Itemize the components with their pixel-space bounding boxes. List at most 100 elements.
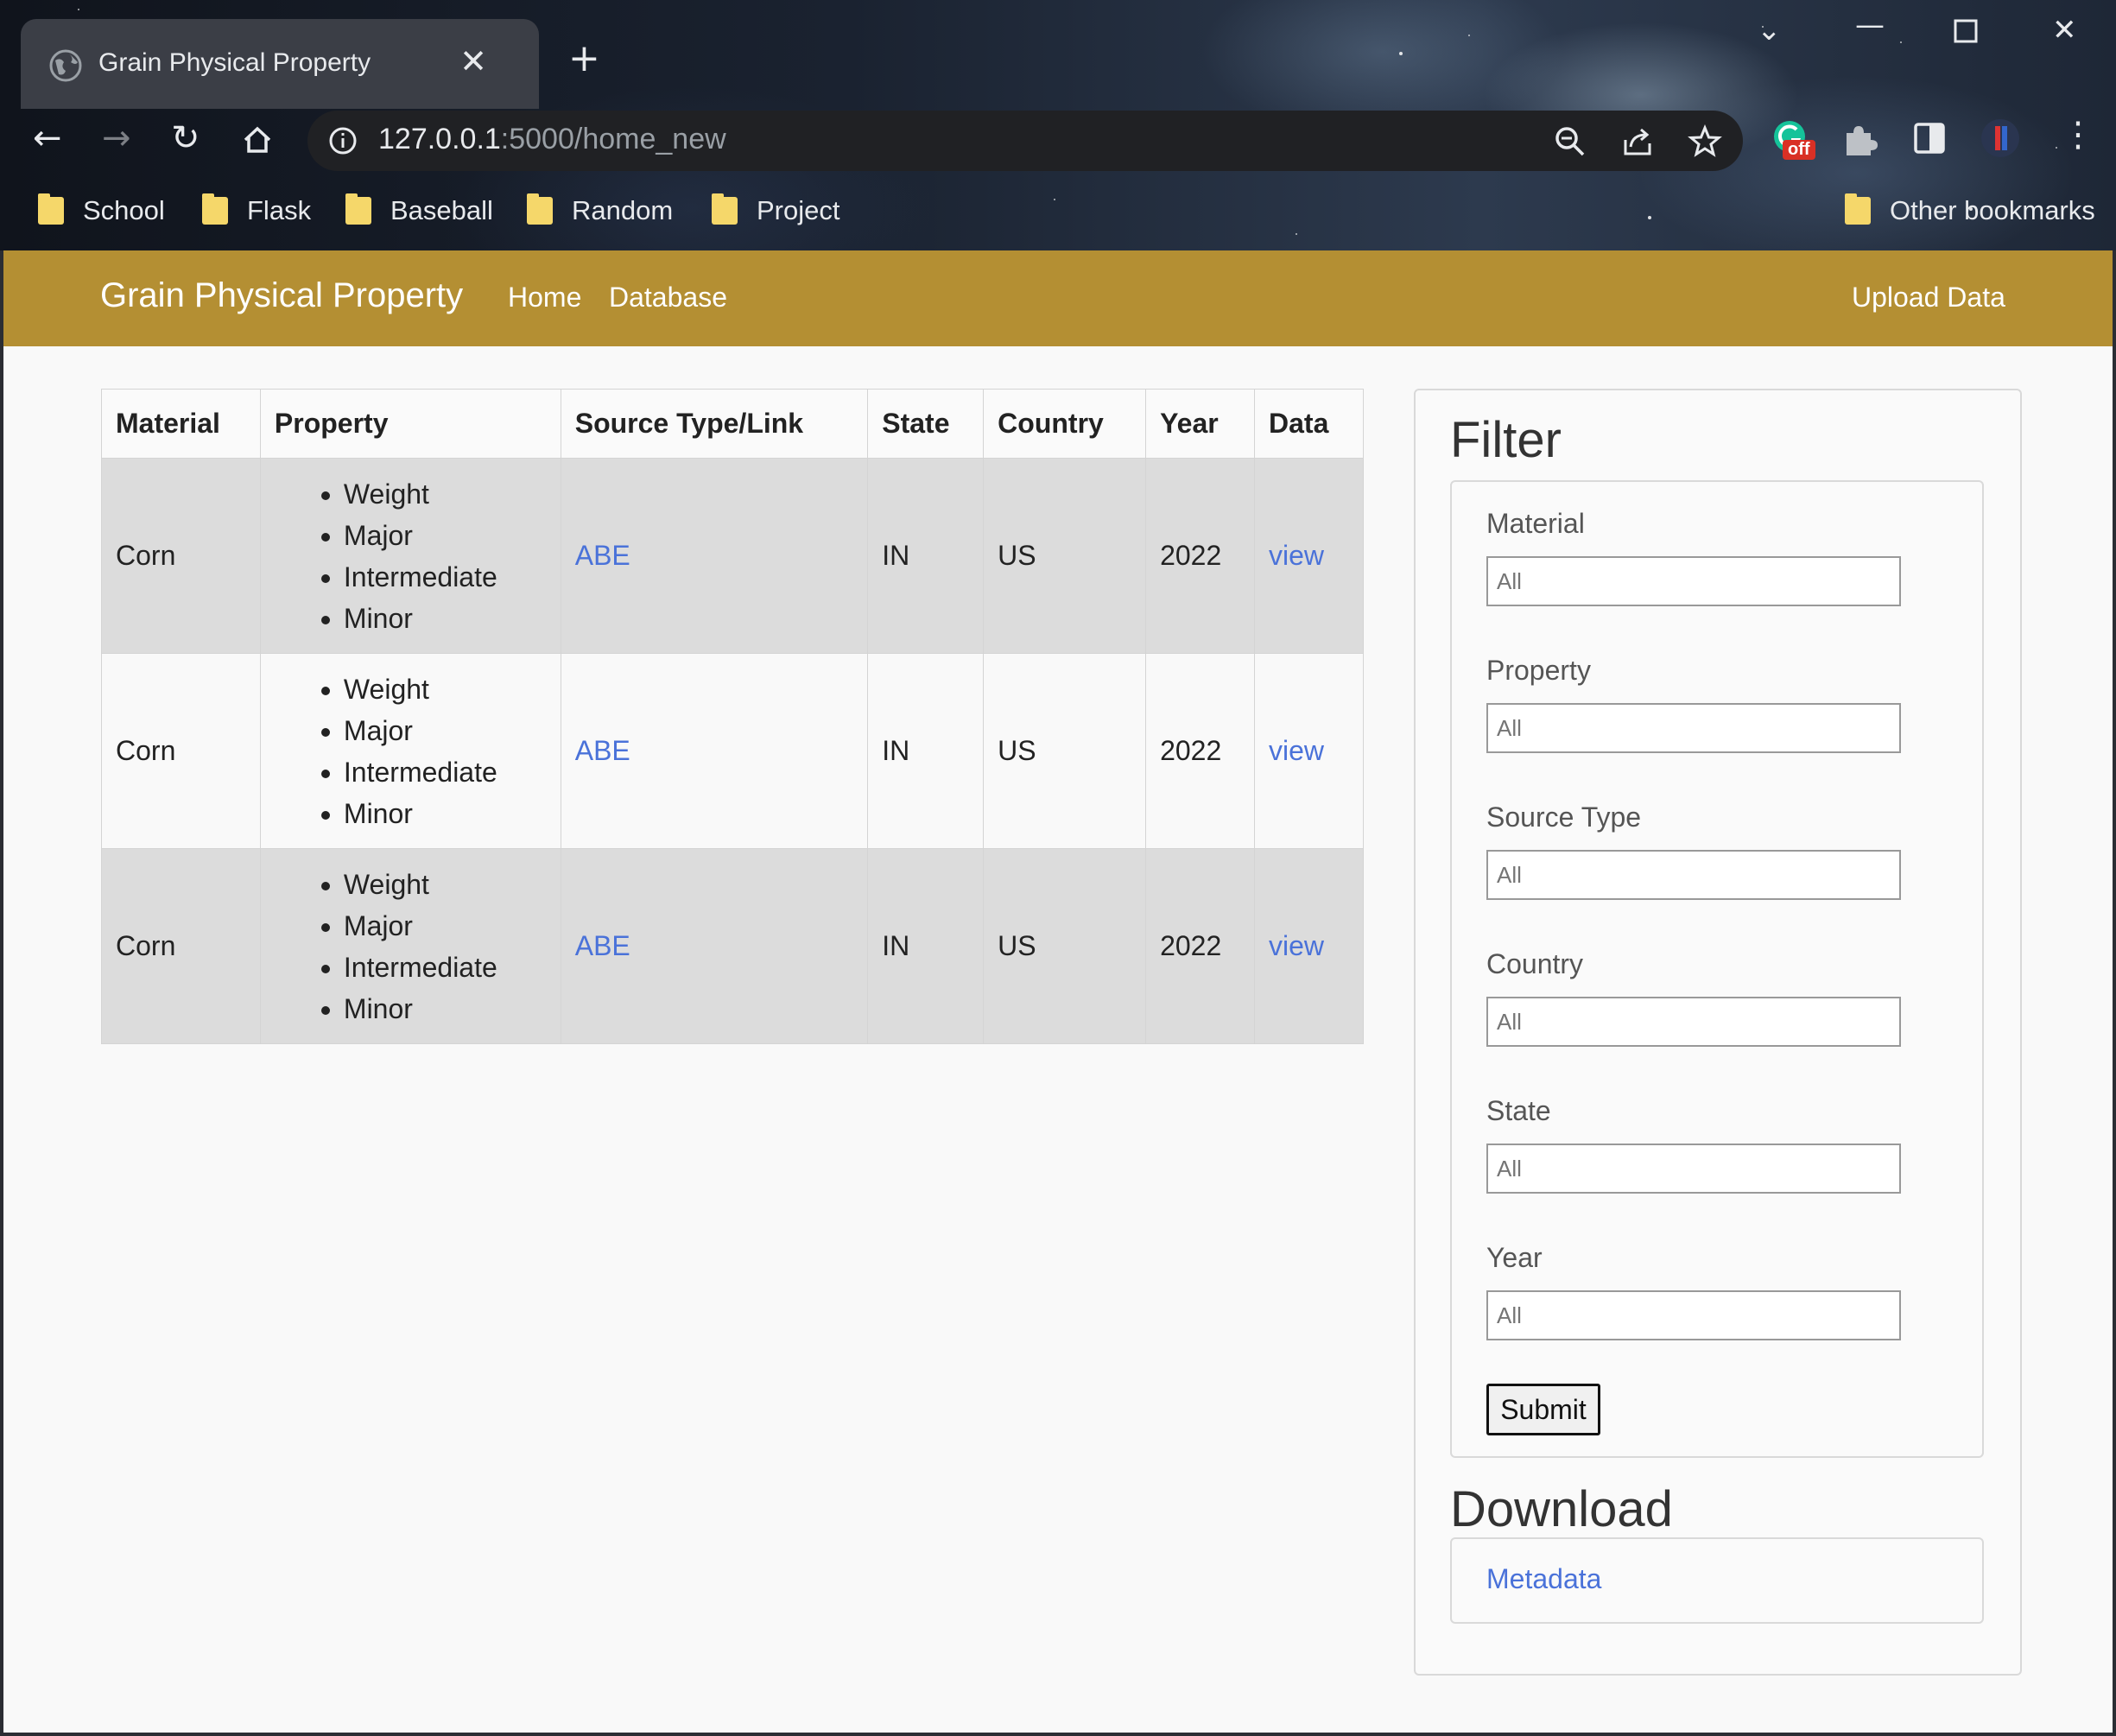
property-item: Minor <box>344 988 547 1030</box>
extensions-puzzle-icon[interactable] <box>1840 117 1881 159</box>
forward-icon[interactable]: → <box>102 121 131 155</box>
property-list: Weight Major Intermediate Minor <box>275 864 547 1030</box>
submit-button[interactable]: Submit <box>1486 1384 1600 1435</box>
cell-state: IN <box>867 653 985 849</box>
nav-upload-data-link[interactable]: Upload Data <box>1852 282 2005 314</box>
bookmark-school[interactable]: School <box>38 193 165 226</box>
cell-data: view <box>1254 458 1364 654</box>
year-input[interactable] <box>1486 1290 1901 1340</box>
cell-data: view <box>1254 848 1364 1044</box>
source-link[interactable]: ABE <box>575 540 630 571</box>
property-input[interactable] <box>1486 703 1901 753</box>
new-tab-icon[interactable]: + <box>568 40 600 78</box>
property-item: Major <box>344 905 547 947</box>
folder-icon <box>202 193 228 225</box>
close-tab-icon[interactable]: ✕ <box>459 45 487 78</box>
state-input[interactable] <box>1486 1144 1901 1194</box>
bookmark-random[interactable]: Random <box>527 193 673 226</box>
web-page: Grain Physical Property Home Database Up… <box>3 250 2113 1733</box>
cell-material: Corn <box>101 653 261 849</box>
home-icon[interactable] <box>240 123 275 157</box>
table-row: Corn Weight Major Intermediate Minor ABE… <box>101 458 1364 654</box>
source-link[interactable]: ABE <box>575 735 630 766</box>
property-item: Weight <box>344 473 547 515</box>
view-link[interactable]: view <box>1269 735 1324 766</box>
side-panel-icon[interactable] <box>1909 117 1950 159</box>
filter-heading: Filter <box>1450 412 1562 468</box>
tab-title: Grain Physical Property <box>98 48 371 77</box>
col-header-data: Data <box>1254 389 1364 459</box>
cell-source: ABE <box>560 458 869 654</box>
year-label: Year <box>1486 1242 1543 1273</box>
metadata-link[interactable]: Metadata <box>1486 1563 1601 1595</box>
folder-icon <box>1845 193 1871 225</box>
bookmark-flask[interactable]: Flask <box>202 193 311 226</box>
view-link[interactable]: view <box>1269 540 1324 571</box>
table-header-row: Material Property Source Type/Link State… <box>101 389 1364 459</box>
source-type-label: Source Type <box>1486 801 1642 833</box>
col-header-material: Material <box>101 389 261 459</box>
site-brand[interactable]: Grain Physical Property <box>100 276 463 315</box>
property-item: Minor <box>344 793 547 834</box>
property-item: Weight <box>344 668 547 710</box>
browser-chrome: Grain Physical Property ✕ + ⌄ — ✕ ← → ↻ … <box>0 0 2116 250</box>
cell-state: IN <box>867 458 985 654</box>
source-link[interactable]: ABE <box>575 930 630 961</box>
bookmark-star-icon[interactable] <box>1688 124 1722 159</box>
site-info-icon[interactable] <box>328 126 358 155</box>
state-label: State <box>1486 1095 1551 1126</box>
property-item: Minor <box>344 598 547 639</box>
nav-database-link[interactable]: Database <box>609 282 727 314</box>
nav-home-link[interactable]: Home <box>508 282 581 314</box>
property-item: Intermediate <box>344 751 547 793</box>
bookmark-other[interactable]: Other bookmarks <box>1845 193 2095 226</box>
cell-material: Corn <box>101 848 261 1044</box>
menu-kebab-icon[interactable]: ⋮ <box>2061 117 2095 152</box>
property-item: Major <box>344 515 547 556</box>
globe-icon <box>49 49 82 82</box>
cell-year: 2022 <box>1145 848 1256 1044</box>
material-label: Material <box>1486 508 1585 539</box>
property-list: Weight Major Intermediate Minor <box>275 473 547 639</box>
results-table: Material Property Source Type/Link State… <box>101 389 1364 1044</box>
cell-country: US <box>983 653 1147 849</box>
site-navbar: Grain Physical Property Home Database Up… <box>3 250 2113 346</box>
col-header-state: State <box>867 389 985 459</box>
bookmark-project[interactable]: Project <box>712 193 839 226</box>
extension-grammarly-icon[interactable]: off <box>1771 117 1815 160</box>
minimize-icon[interactable]: — <box>1855 10 1885 40</box>
property-item: Intermediate <box>344 947 547 988</box>
cell-year: 2022 <box>1145 653 1256 849</box>
cell-material: Corn <box>101 458 261 654</box>
profile-avatar[interactable] <box>1980 117 2021 159</box>
property-item: Major <box>344 710 547 751</box>
share-icon[interactable] <box>1620 124 1655 159</box>
tab-search-icon[interactable]: ⌄ <box>1757 16 1782 45</box>
property-list: Weight Major Intermediate Minor <box>275 668 547 834</box>
bookmarks-bar: School Flask Baseball Random Project Oth… <box>0 183 2116 244</box>
country-label: Country <box>1486 948 1584 979</box>
maximize-icon[interactable] <box>1954 19 1978 48</box>
address-bar[interactable]: 127.0.0.1:5000/home_new <box>307 111 1743 171</box>
back-icon[interactable]: ← <box>33 121 62 155</box>
close-window-icon[interactable]: ✕ <box>2052 16 2077 45</box>
cell-year: 2022 <box>1145 458 1256 654</box>
bookmark-baseball[interactable]: Baseball <box>345 193 493 226</box>
country-input[interactable] <box>1486 997 1901 1047</box>
browser-tab[interactable]: Grain Physical Property ✕ <box>21 19 539 109</box>
cell-property: Weight Major Intermediate Minor <box>259 458 561 654</box>
cell-data: view <box>1254 653 1364 849</box>
cell-source: ABE <box>560 848 869 1044</box>
material-input[interactable] <box>1486 556 1901 606</box>
url-text: 127.0.0.1:5000/home_new <box>378 123 726 155</box>
table-row: Corn Weight Major Intermediate Minor ABE… <box>101 848 1364 1044</box>
zoom-icon[interactable] <box>1553 124 1587 159</box>
col-header-property: Property <box>259 389 561 459</box>
col-header-source: Source Type/Link <box>560 389 869 459</box>
view-link[interactable]: view <box>1269 930 1324 961</box>
source-type-input[interactable] <box>1486 850 1901 900</box>
property-label: Property <box>1486 655 1591 686</box>
reload-icon[interactable]: ↻ <box>171 121 200 155</box>
sidebar-panel: Filter Material Property Source Type Cou… <box>1414 389 2022 1676</box>
folder-icon <box>527 193 553 225</box>
